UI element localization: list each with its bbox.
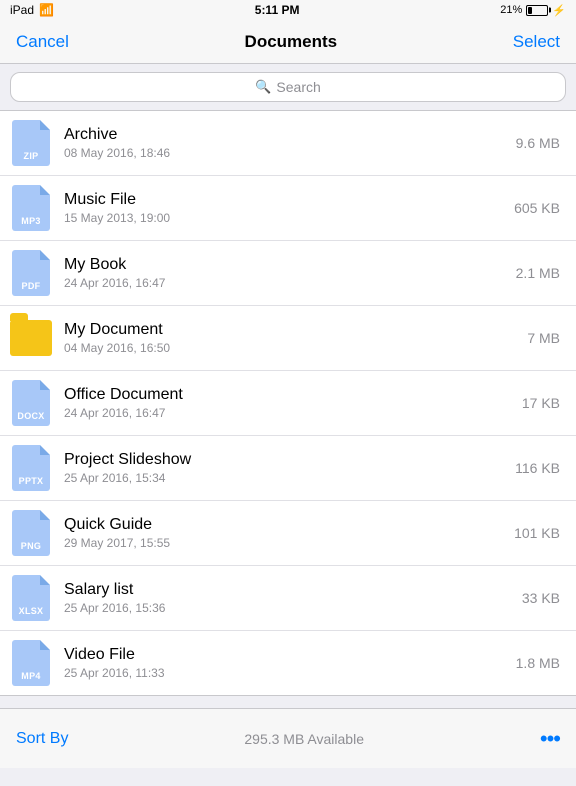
file-date: 08 May 2016, 18:46 — [64, 146, 508, 160]
file-name: Archive — [64, 126, 508, 144]
file-info: Salary list 25 Apr 2016, 15:36 — [64, 581, 514, 615]
file-size: 1.8 MB — [516, 655, 560, 671]
file-type-label: ZIP — [24, 151, 39, 161]
file-name: Video File — [64, 646, 508, 664]
list-item[interactable]: XLSX Salary list 25 Apr 2016, 15:36 33 K… — [0, 566, 576, 631]
charge-icon: ⚡ — [552, 4, 566, 17]
file-date: 24 Apr 2016, 16:47 — [64, 406, 514, 420]
battery-percent: 21% — [500, 4, 522, 16]
list-item[interactable]: DOCX Office Document 24 Apr 2016, 16:47 … — [0, 371, 576, 436]
file-name: Office Document — [64, 386, 514, 404]
device-label: iPad — [10, 3, 34, 17]
file-size: 9.6 MB — [516, 135, 560, 151]
file-icon-wrap: MP4 — [10, 639, 52, 687]
status-time: 5:11 PM — [255, 3, 300, 17]
list-item[interactable]: My Document 04 May 2016, 16:50 7 MB — [0, 306, 576, 371]
file-info: My Book 24 Apr 2016, 16:47 — [64, 256, 508, 290]
file-icon: DOCX — [12, 380, 50, 426]
file-size: 33 KB — [522, 590, 560, 606]
file-name: My Book — [64, 256, 508, 274]
file-icon: XLSX — [12, 575, 50, 621]
file-info: Office Document 24 Apr 2016, 16:47 — [64, 386, 514, 420]
list-item[interactable]: MP3 Music File 15 May 2013, 19:00 605 KB — [0, 176, 576, 241]
list-item[interactable]: PNG Quick Guide 29 May 2017, 15:55 101 K… — [0, 501, 576, 566]
list-item[interactable]: PDF My Book 24 Apr 2016, 16:47 2.1 MB — [0, 241, 576, 306]
file-info: Music File 15 May 2013, 19:00 — [64, 191, 506, 225]
sort-by-button[interactable]: Sort By — [16, 730, 68, 748]
file-type-label: XLSX — [19, 606, 44, 616]
file-icon: ZIP — [12, 120, 50, 166]
file-list: ZIP Archive 08 May 2016, 18:46 9.6 MB MP… — [0, 110, 576, 696]
list-item[interactable]: PPTX Project Slideshow 25 Apr 2016, 15:3… — [0, 436, 576, 501]
file-type-label: DOCX — [17, 411, 44, 421]
file-icon-wrap: XLSX — [10, 574, 52, 622]
file-info: Quick Guide 29 May 2017, 15:55 — [64, 516, 506, 550]
file-size: 605 KB — [514, 200, 560, 216]
wifi-icon: 📶 — [39, 3, 54, 17]
file-type-label: MP4 — [21, 671, 40, 681]
file-type-label: MP3 — [21, 216, 40, 226]
file-icon-wrap: PDF — [10, 249, 52, 297]
file-info: My Document 04 May 2016, 16:50 — [64, 321, 519, 355]
search-bar[interactable]: 🔍 Search — [10, 72, 566, 102]
file-icon-wrap: MP3 — [10, 184, 52, 232]
cancel-button[interactable]: Cancel — [16, 32, 69, 52]
file-icon: MP4 — [12, 640, 50, 686]
file-date: 25 Apr 2016, 15:34 — [64, 471, 507, 485]
bottom-bar: Sort By 295.3 MB Available ••• — [0, 708, 576, 768]
search-icon: 🔍 — [255, 79, 271, 95]
list-item[interactable]: MP4 Video File 25 Apr 2016, 11:33 1.8 MB — [0, 631, 576, 695]
file-icon: PDF — [12, 250, 50, 296]
file-date: 25 Apr 2016, 11:33 — [64, 666, 508, 680]
file-icon: PNG — [12, 510, 50, 556]
file-type-label: PPTX — [19, 476, 44, 486]
file-name: Quick Guide — [64, 516, 506, 534]
file-icon: MP3 — [12, 185, 50, 231]
file-date: 24 Apr 2016, 16:47 — [64, 276, 508, 290]
select-button[interactable]: Select — [513, 32, 560, 52]
file-icon: PPTX — [12, 445, 50, 491]
file-icon-wrap: PPTX — [10, 444, 52, 492]
list-item[interactable]: ZIP Archive 08 May 2016, 18:46 9.6 MB — [0, 111, 576, 176]
file-name: Project Slideshow — [64, 451, 507, 469]
status-left: iPad 📶 — [10, 3, 54, 17]
battery-icon — [526, 5, 548, 16]
file-icon-wrap: ZIP — [10, 119, 52, 167]
file-name: My Document — [64, 321, 519, 339]
file-date: 04 May 2016, 16:50 — [64, 341, 519, 355]
status-bar: iPad 📶 5:11 PM 21% ⚡ — [0, 0, 576, 20]
file-type-label: PNG — [21, 541, 41, 551]
file-size: 2.1 MB — [516, 265, 560, 281]
file-size: 17 KB — [522, 395, 560, 411]
file-icon-wrap: DOCX — [10, 379, 52, 427]
file-icon-wrap: PNG — [10, 509, 52, 557]
file-size: 101 KB — [514, 525, 560, 541]
file-info: Archive 08 May 2016, 18:46 — [64, 126, 508, 160]
file-date: 29 May 2017, 15:55 — [64, 536, 506, 550]
page-title: Documents — [245, 32, 338, 52]
search-bar-container: 🔍 Search — [0, 64, 576, 110]
nav-bar: Cancel Documents Select — [0, 20, 576, 64]
more-button[interactable]: ••• — [540, 726, 560, 752]
folder-icon — [10, 320, 52, 356]
status-right: 21% ⚡ — [500, 4, 566, 17]
file-icon-wrap — [10, 314, 52, 362]
available-storage: 295.3 MB Available — [244, 731, 364, 747]
file-type-label: PDF — [22, 281, 41, 291]
file-size: 7 MB — [527, 330, 560, 346]
file-size: 116 KB — [515, 460, 560, 476]
file-name: Music File — [64, 191, 506, 209]
file-date: 15 May 2013, 19:00 — [64, 211, 506, 225]
file-date: 25 Apr 2016, 15:36 — [64, 601, 514, 615]
file-name: Salary list — [64, 581, 514, 599]
file-info: Project Slideshow 25 Apr 2016, 15:34 — [64, 451, 507, 485]
file-info: Video File 25 Apr 2016, 11:33 — [64, 646, 508, 680]
search-placeholder: Search — [276, 79, 320, 95]
